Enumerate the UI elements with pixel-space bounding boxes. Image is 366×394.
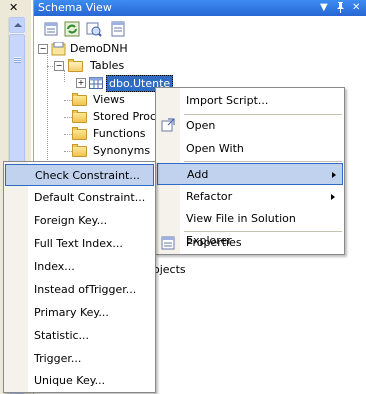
- menu-item-open[interactable]: Open: [156, 115, 344, 137]
- submenu-item-default-constraint[interactable]: Default Constraint...: [4, 187, 155, 209]
- tree-node-objects-label: ojects: [153, 263, 186, 276]
- pin-icon[interactable]: [336, 2, 345, 16]
- properties-icon[interactable]: [43, 21, 59, 37]
- menu-item-label: Import Script...: [186, 94, 269, 107]
- submenu-item-label: Instead ofTrigger...: [34, 283, 137, 296]
- submenu-item-instead-of-trigger[interactable]: Instead ofTrigger...: [4, 279, 155, 301]
- submenu-item-label: Primary Key...: [34, 306, 109, 319]
- open-folder-icon: [68, 59, 83, 72]
- database-project-icon: [51, 41, 66, 56]
- submenu-item-index[interactable]: Index...: [4, 256, 155, 278]
- tree-node-views-label: Views: [93, 93, 125, 106]
- submenu-arrow-icon: [332, 172, 336, 178]
- folder-icon: [72, 110, 87, 123]
- submenu-item-statistic[interactable]: Statistic...: [4, 325, 155, 347]
- submenu-item-trigger[interactable]: Trigger...: [4, 348, 155, 370]
- folder-icon: [72, 127, 87, 140]
- submenu-item-check-constraint[interactable]: Check Constraint...: [5, 164, 154, 186]
- menu-item-add[interactable]: Add: [157, 163, 343, 185]
- submenu-item-label: Foreign Key...: [34, 214, 108, 227]
- submenu-item-unique-key[interactable]: Unique Key...: [4, 370, 155, 392]
- tree-node-synonyms-label: Synonyms: [93, 144, 151, 157]
- filter-icon[interactable]: [86, 21, 102, 37]
- submenu-item-label: Check Constraint...: [35, 169, 140, 182]
- left-panel-close-icon[interactable]: ✕: [9, 1, 18, 14]
- submenu-item-foreign-key[interactable]: Foreign Key...: [4, 210, 155, 232]
- new-view-icon[interactable]: [110, 21, 126, 37]
- submenu-item-label: Trigger...: [34, 352, 82, 365]
- menu-item-label: Add: [187, 168, 209, 181]
- submenu-item-label: Index...: [34, 260, 75, 273]
- submenu-arrow-icon: [331, 194, 335, 200]
- schema-view-toolbar: [34, 17, 366, 39]
- menu-separator: [184, 161, 342, 162]
- tree-node-project-label: DemoDNH: [70, 42, 128, 55]
- submenu-item-full-text-index[interactable]: Full Text Index...: [4, 233, 155, 255]
- tree-line: [47, 52, 48, 162]
- pane-close-icon[interactable]: ✕: [352, 2, 360, 13]
- scroll-up-icon[interactable]: [9, 17, 25, 33]
- left-panel-titlebar: ✕: [0, 0, 31, 16]
- menu-item-label: Refactor: [186, 190, 233, 203]
- tree-node-stored-procedures-label: Stored Proce: [93, 110, 163, 123]
- open-icon: [161, 118, 175, 140]
- schema-view-titlebar: Schema View ▼ ✕: [34, 0, 366, 16]
- properties-icon: [161, 236, 175, 258]
- context-menu: Import Script... Open Open With Add Refa…: [155, 87, 345, 255]
- menu-item-label: Open With: [186, 142, 244, 155]
- submenu-item-label: Default Constraint...: [34, 191, 146, 204]
- refresh-icon[interactable]: [64, 21, 80, 37]
- collapse-icon[interactable]: −: [54, 61, 64, 71]
- menu-item-refactor[interactable]: Refactor: [156, 186, 344, 208]
- submenu-item-label: Full Text Index...: [34, 237, 123, 250]
- tree-node-objects[interactable]: ojects: [153, 262, 186, 278]
- menu-item-properties[interactable]: Properties: [156, 232, 344, 254]
- folder-icon: [72, 144, 87, 157]
- add-submenu: Check Constraint... Default Constraint..…: [3, 161, 156, 393]
- expand-icon[interactable]: +: [76, 78, 86, 88]
- tree-line: [64, 70, 65, 82]
- submenu-item-primary-key[interactable]: Primary Key...: [4, 302, 155, 324]
- menu-item-open-with[interactable]: Open With: [156, 138, 344, 160]
- tree-node-tables-label: Tables: [90, 59, 125, 72]
- submenu-item-label: Statistic...: [34, 329, 90, 342]
- submenu-item-label: Unique Key...: [34, 374, 106, 387]
- folder-icon: [72, 93, 87, 106]
- menu-item-view-file-in-solution-explorer[interactable]: View File in Solution Explorer: [156, 208, 344, 247]
- tree-node-functions-label: Functions: [93, 127, 146, 140]
- menu-item-label: Open: [186, 119, 216, 132]
- menu-item-label: Properties: [186, 236, 242, 249]
- collapse-icon[interactable]: −: [38, 44, 48, 54]
- menu-item-import-script[interactable]: Import Script...: [156, 90, 344, 112]
- window-dropdown-icon[interactable]: ▼: [320, 2, 328, 13]
- schema-view-title: Schema View: [38, 1, 112, 14]
